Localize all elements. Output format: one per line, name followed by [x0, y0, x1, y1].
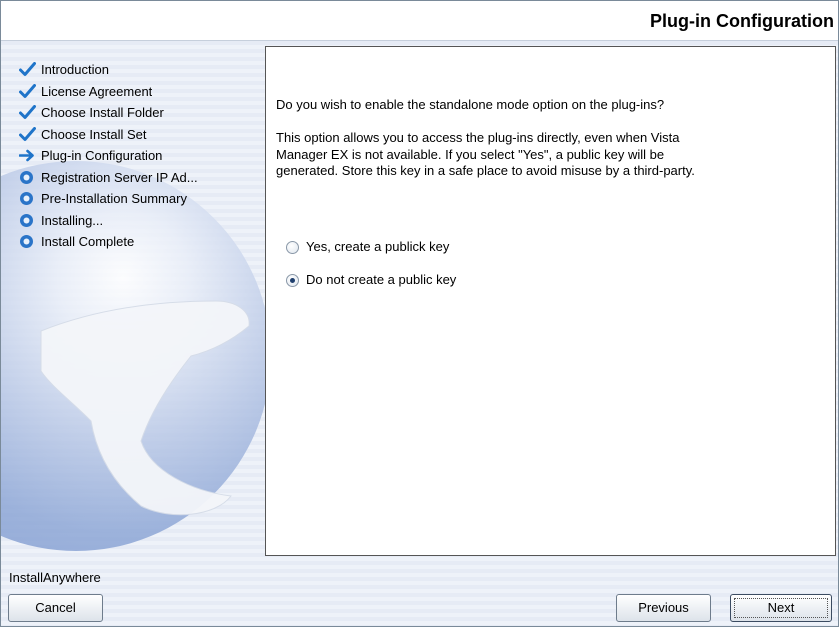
radio-option-no-key[interactable]: Do not create a public key [286, 270, 546, 290]
step-item: Introduction [19, 59, 264, 81]
checkmark-icon [19, 83, 36, 99]
step-label: Choose Install Folder [41, 105, 164, 120]
step-item: Installing... [19, 210, 264, 232]
page-title: Plug-in Configuration [650, 11, 834, 31]
step-label: Introduction [41, 62, 109, 77]
step-item: Plug-in Configuration [19, 145, 264, 167]
content-panel: Do you wish to enable the standalone mod… [265, 46, 836, 556]
checkmark-icon [19, 62, 36, 77]
cancel-button[interactable]: Cancel [8, 594, 103, 622]
step-label: Pre-Installation Summary [41, 191, 187, 206]
installer-window: Plug-in Configuration Introduction Licens… [0, 0, 839, 627]
step-label: Installing... [41, 212, 104, 228]
description-line: Manager EX is not available. If you sele… [276, 146, 665, 162]
step-item: Choose Install Set [19, 124, 264, 146]
pending-dot-icon [19, 234, 36, 249]
step-label: Install Complete [41, 234, 135, 249]
radio-button[interactable] [286, 274, 299, 287]
radio-label: Do not create a public key [306, 272, 457, 287]
previous-button[interactable]: Previous [616, 594, 711, 622]
installanywhere-brand-label: InstallAnywhere [9, 570, 101, 585]
checkmark-icon [19, 126, 36, 142]
step-label: Registration Server IP Ad... [41, 169, 198, 185]
next-button[interactable]: Next [730, 594, 832, 622]
description-line: This option allows you to access the plu… [276, 130, 680, 145]
question-text: Do you wish to enable the standalone mod… [276, 97, 665, 112]
step-label: License Agreement [41, 83, 153, 99]
pending-dot-icon [19, 213, 36, 228]
step-item: Registration Server IP Ad... [19, 167, 264, 189]
step-item: Install Complete [19, 231, 264, 253]
pending-dot-icon [19, 191, 36, 206]
focus-ring [734, 598, 828, 618]
radio-option-create-key[interactable]: Yes, create a publick key [286, 237, 546, 257]
step-label: Choose Install Set [41, 126, 147, 142]
pending-dot-icon [19, 170, 36, 185]
checkmark-icon [19, 105, 36, 120]
step-item: License Agreement [19, 81, 264, 103]
install-steps-list: Introduction License Agreement Choose Inst… [19, 59, 264, 253]
description-line: generated. Store this key in a safe plac… [276, 163, 695, 178]
step-item: Pre-Installation Summary [19, 188, 264, 210]
step-label: Plug-in Configuration [41, 148, 163, 163]
description-text: This option allows you to access the plu… [276, 130, 796, 180]
step-item: Choose Install Folder [19, 102, 264, 124]
arrow-right-icon [19, 148, 36, 163]
radio-button[interactable] [286, 241, 299, 254]
radio-label: Yes, create a publick key [306, 239, 450, 254]
